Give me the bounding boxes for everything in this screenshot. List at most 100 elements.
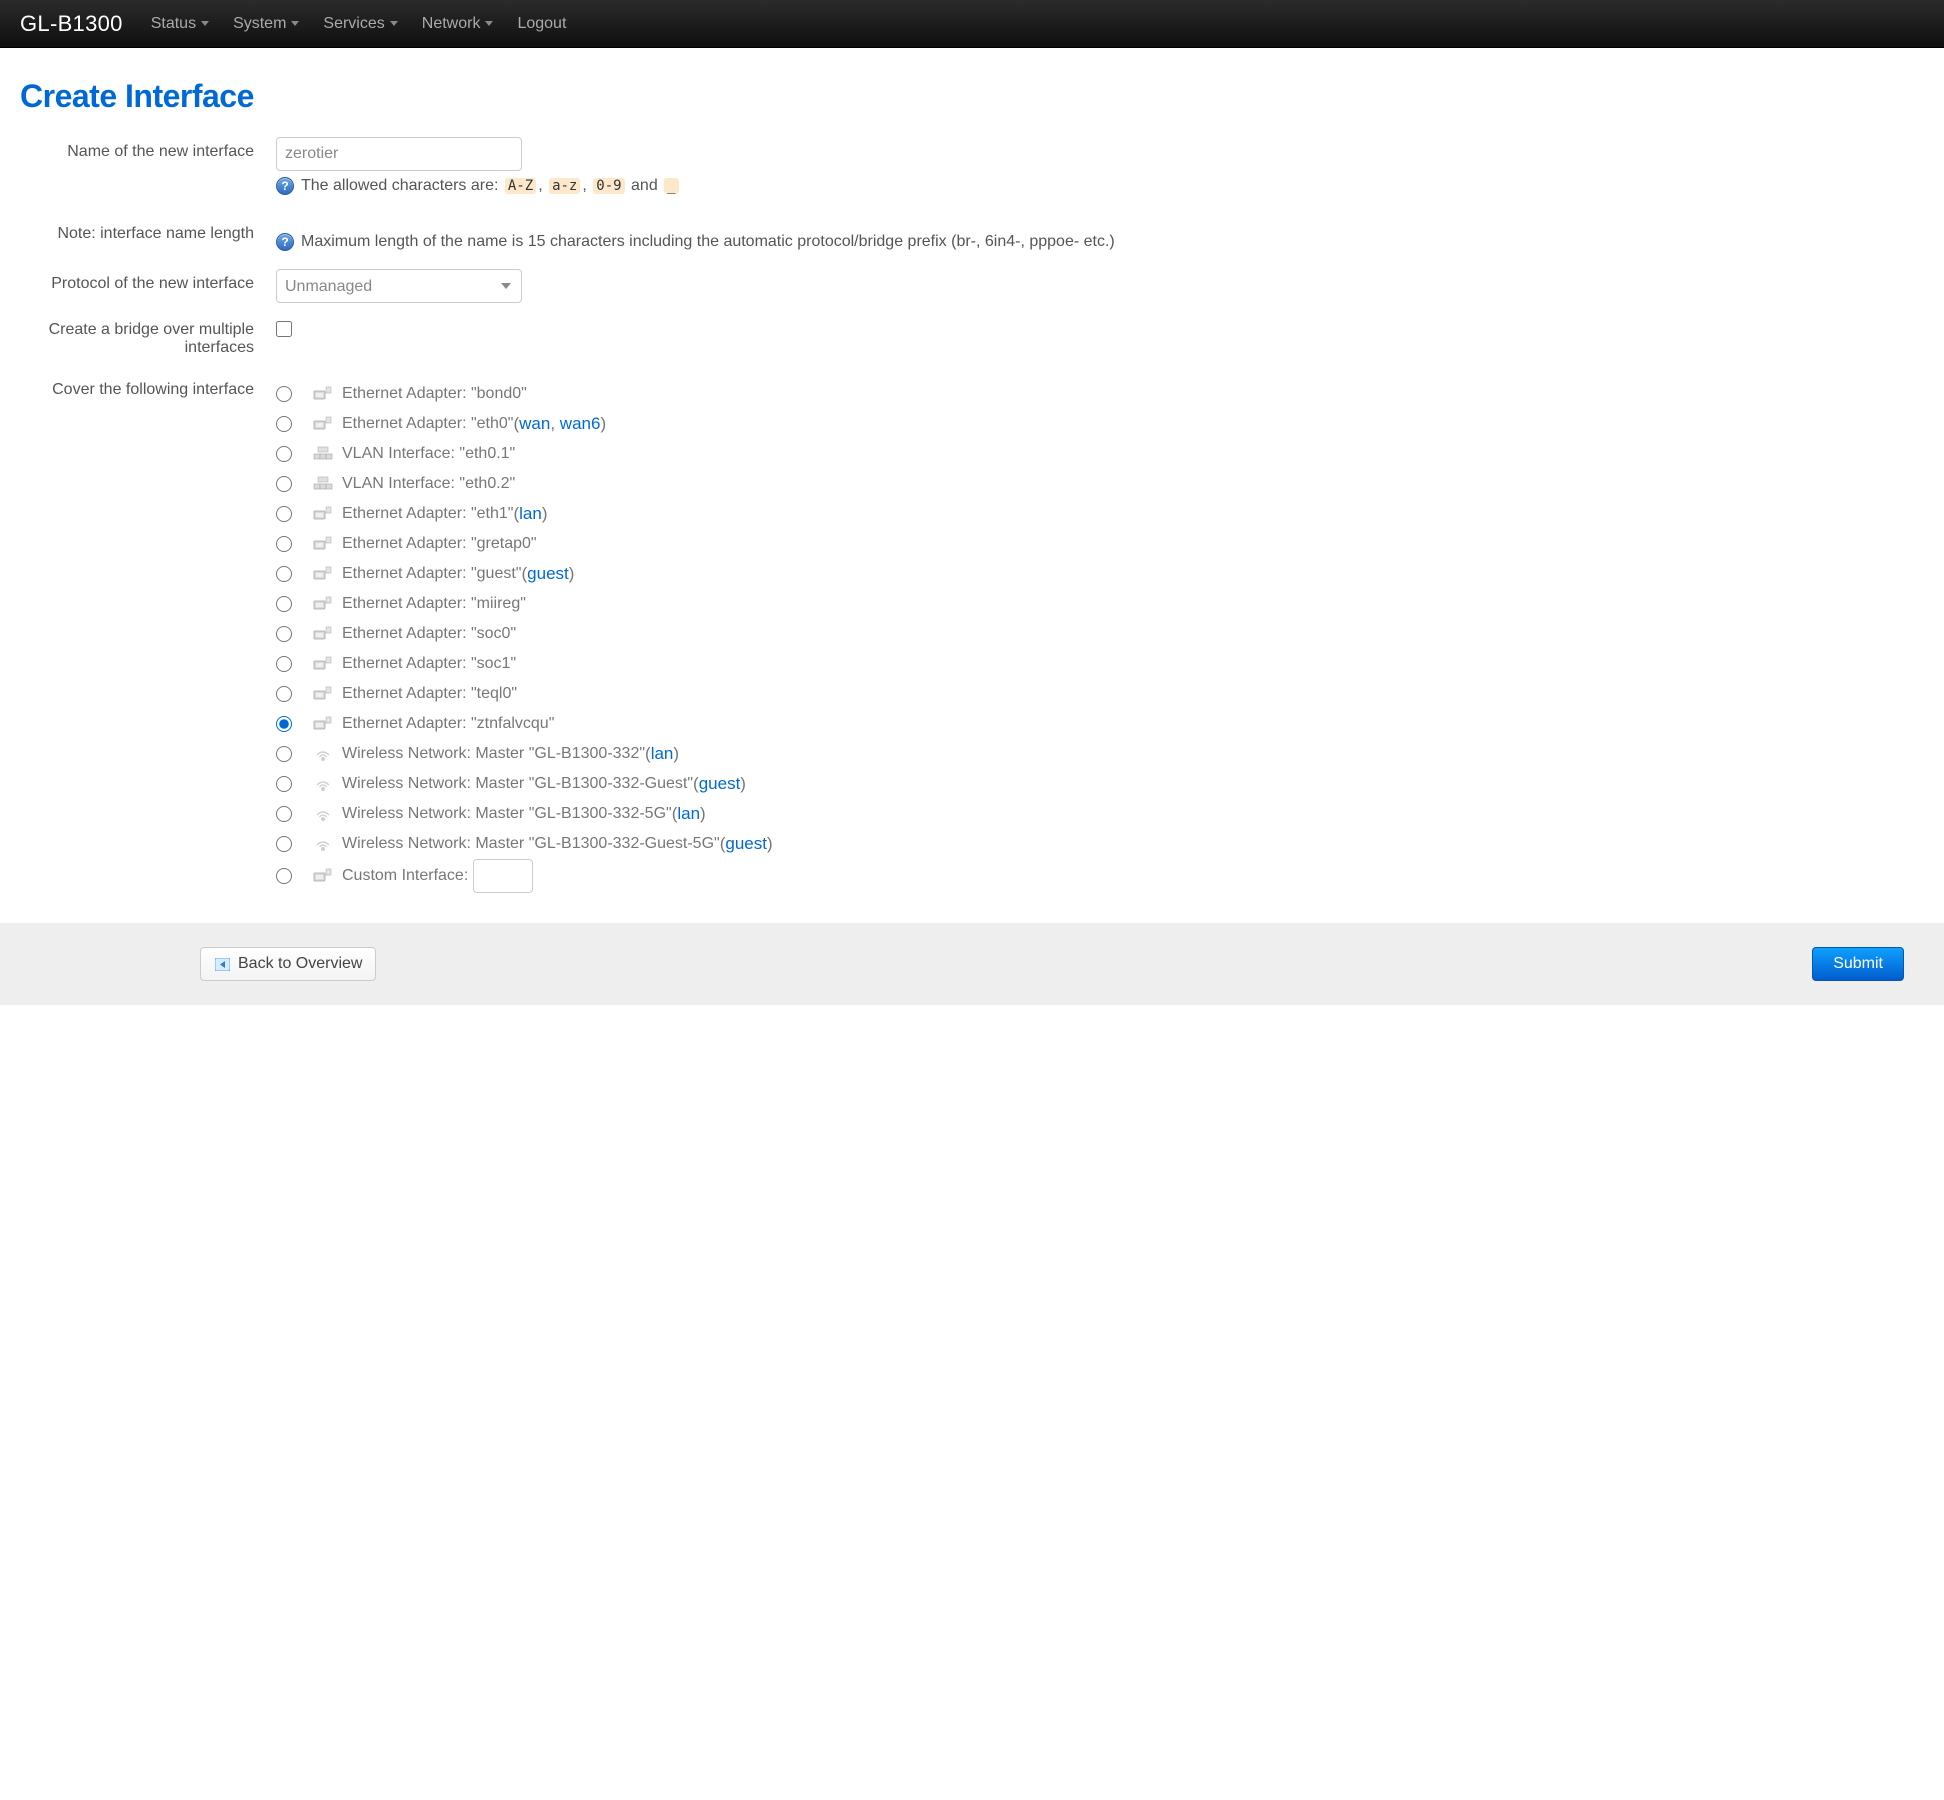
label-name: Name of the new interface (20, 137, 264, 161)
row-bridge: Create a bridge over multiple interfaces (20, 321, 1924, 357)
field-bridge (264, 321, 1924, 342)
radio-interface[interactable] (276, 716, 292, 732)
row-cover: Cover the following interface Ethernet A… (20, 379, 1924, 893)
ethernet-icon (314, 567, 332, 582)
brand: GL-B1300 (20, 11, 123, 37)
interface-label: Ethernet Adapter: "guest" (342, 565, 521, 583)
nav-network[interactable]: Network (422, 15, 494, 33)
interface-label: VLAN Interface: "eth0.2" (342, 475, 515, 493)
actions-left: Back to Overview (200, 947, 376, 981)
wifi-icon (314, 807, 332, 822)
interface-label: Ethernet Adapter: "eth1" (342, 505, 513, 523)
label-cover: Cover the following interface (20, 379, 264, 399)
chevron-down-icon (485, 21, 493, 26)
vlan-icon (314, 477, 332, 492)
interface-links: (wan, wan6) (513, 414, 606, 434)
nav-status[interactable]: Status (151, 15, 209, 33)
interface-links: (lan) (513, 504, 547, 524)
interface-links: (guest) (521, 564, 574, 584)
field-cover: Ethernet Adapter: "bond0" Ethernet Adapte… (264, 379, 1924, 893)
page-container: Create Interface Name of the new interfa… (0, 48, 1944, 893)
interface-link[interactable]: wan6 (560, 414, 601, 433)
allowed-intro: The allowed characters are: (301, 177, 498, 195)
ethernet-icon (314, 687, 332, 702)
ethernet-icon (314, 657, 332, 672)
select-protocol[interactable]: Unmanaged (276, 269, 522, 303)
radio-interface[interactable] (276, 506, 292, 522)
interface-link[interactable]: lan (677, 804, 700, 823)
nav-logout[interactable]: Logout (517, 15, 566, 33)
interface-link[interactable]: lan (519, 504, 542, 523)
radio-interface[interactable] (276, 686, 292, 702)
interface-row: Ethernet Adapter: "eth0" (wan, wan6) (276, 409, 1924, 439)
input-custom-interface[interactable] (473, 859, 533, 893)
interface-link[interactable]: guest (527, 564, 569, 583)
radio-interface-custom[interactable] (276, 868, 292, 884)
label-bridge: Create a bridge over multiple interfaces (20, 321, 264, 357)
radio-interface[interactable] (276, 836, 292, 852)
actions-bar: Back to Overview Submit (0, 923, 1944, 1005)
radio-interface[interactable] (276, 656, 292, 672)
interface-label: Ethernet Adapter: "bond0" (342, 385, 527, 403)
hint-allowed-chars: ? The allowed characters are: A-Z, a-z, … (276, 177, 1924, 195)
ethernet-icon (314, 417, 332, 432)
interface-row: Ethernet Adapter: "teql0" (276, 679, 1924, 709)
interface-row: Wireless Network: Master "GL-B1300-332-G… (276, 769, 1924, 799)
interface-link[interactable]: guest (725, 834, 767, 853)
radio-interface[interactable] (276, 476, 292, 492)
wifi-icon (314, 837, 332, 852)
label-protocol: Protocol of the new interface (20, 269, 264, 293)
code-underscore: _ (664, 178, 678, 194)
interface-row: Ethernet Adapter: "guest" (guest) (276, 559, 1924, 589)
interface-row: Ethernet Adapter: "miireg" (276, 589, 1924, 619)
interface-row-custom: Custom Interface: (276, 859, 1924, 893)
input-interface-name[interactable] (276, 137, 522, 171)
interface-links: (lan) (672, 804, 706, 824)
navbar: GL-B1300 Status System Services Network Logo… (0, 0, 1944, 48)
back-button[interactable]: Back to Overview (200, 947, 376, 981)
nav-items: Status System Services Network Logout (151, 15, 591, 33)
radio-interface[interactable] (276, 746, 292, 762)
interface-label: Ethernet Adapter: "soc0" (342, 625, 516, 643)
help-icon: ? (276, 177, 294, 195)
checkbox-bridge[interactable] (276, 321, 292, 337)
radio-interface[interactable] (276, 596, 292, 612)
hint-note: ? Maximum length of the name is 15 chara… (276, 233, 1924, 251)
interface-link[interactable]: wan (519, 414, 550, 433)
interface-row: VLAN Interface: "eth0.1" (276, 439, 1924, 469)
interface-row: Wireless Network: Master "GL-B1300-332" … (276, 739, 1924, 769)
interface-link[interactable]: guest (699, 774, 741, 793)
interface-row: VLAN Interface: "eth0.2" (276, 469, 1924, 499)
interface-links: (guest) (693, 774, 746, 794)
nav-services[interactable]: Services (323, 15, 397, 33)
interface-label: Ethernet Adapter: "eth0" (342, 415, 513, 433)
interface-label: Wireless Network: Master "GL-B1300-332-5… (342, 805, 672, 823)
note-text: Maximum length of the name is 15 charact… (301, 233, 1115, 251)
interface-row: Wireless Network: Master "GL-B1300-332-G… (276, 829, 1924, 859)
interface-label: Ethernet Adapter: "soc1" (342, 655, 516, 673)
interface-row: Wireless Network: Master "GL-B1300-332-5… (276, 799, 1924, 829)
interface-links: (lan) (645, 744, 679, 764)
row-name: Name of the new interface ? The allowed … (20, 137, 1924, 195)
ethernet-icon (314, 717, 332, 732)
radio-interface[interactable] (276, 536, 292, 552)
radio-interface[interactable] (276, 626, 292, 642)
wifi-icon (314, 777, 332, 792)
label-note: Note: interface name length (20, 219, 264, 243)
code-09: 0-9 (593, 178, 624, 194)
back-button-label: Back to Overview (238, 955, 362, 973)
radio-interface[interactable] (276, 776, 292, 792)
radio-interface[interactable] (276, 446, 292, 462)
submit-button[interactable]: Submit (1812, 947, 1904, 981)
radio-interface[interactable] (276, 416, 292, 432)
ethernet-icon (314, 627, 332, 642)
ethernet-icon (314, 597, 332, 612)
radio-interface[interactable] (276, 566, 292, 582)
field-protocol: Unmanaged (264, 269, 1924, 303)
interface-link[interactable]: lan (651, 744, 674, 763)
radio-interface[interactable] (276, 386, 292, 402)
nav-system[interactable]: System (233, 15, 299, 33)
interface-row: Ethernet Adapter: "soc1" (276, 649, 1924, 679)
radio-interface[interactable] (276, 806, 292, 822)
back-arrow-icon (214, 957, 230, 971)
